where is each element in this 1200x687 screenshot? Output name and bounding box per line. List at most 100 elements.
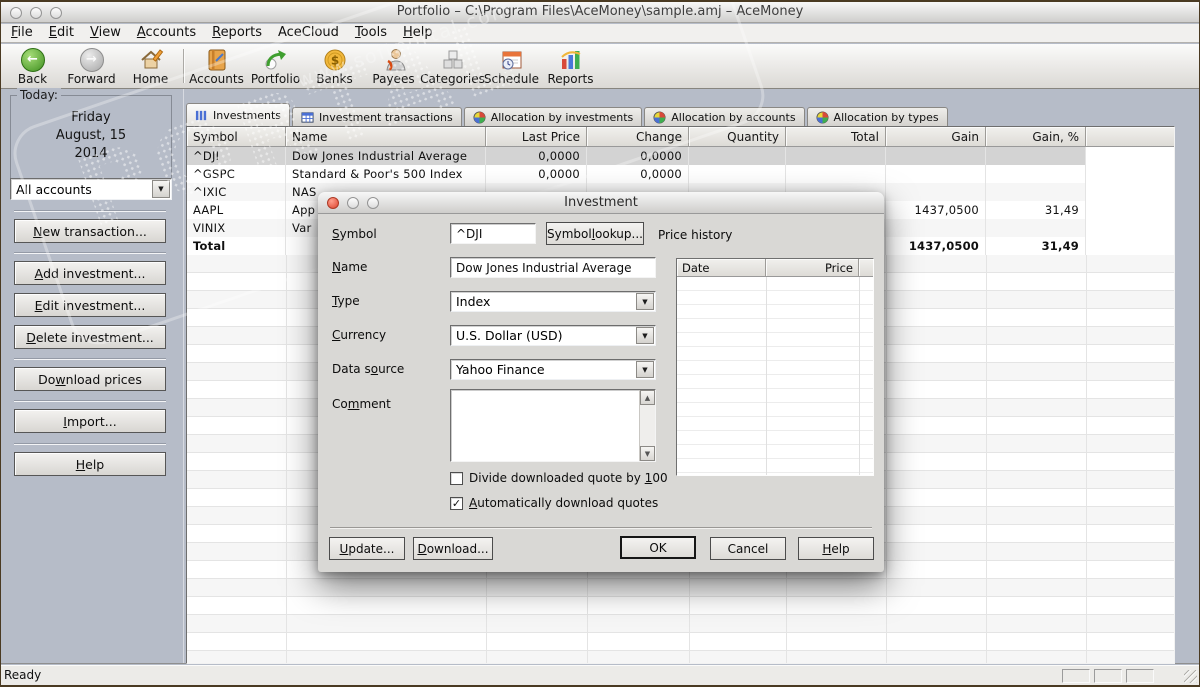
comment-textarea[interactable]: ▲ ▼: [450, 389, 656, 462]
tab-allocation-by-investments[interactable]: Allocation by investments: [463, 107, 643, 127]
window-title: Portfolio – C:\Program Files\AceMoney\sa…: [396, 4, 804, 19]
forward-button[interactable]: → Forward: [62, 46, 121, 87]
menu-accounts[interactable]: Accounts: [129, 24, 204, 42]
home-icon: [138, 46, 164, 73]
payees-button[interactable]: Payees: [364, 46, 423, 87]
download-prices-button[interactable]: Do w nload prices: [14, 367, 166, 391]
type-select[interactable]: Index ▼: [450, 291, 656, 312]
new-transaction-button[interactable]: New transaction...: [14, 219, 166, 243]
dialog-minimize-button[interactable]: [347, 197, 359, 209]
dialog-close-button[interactable]: [327, 197, 339, 209]
sidebar-separator: [14, 358, 166, 360]
portfolio-icon: [263, 46, 289, 73]
table-row-dji[interactable]: ^DJI Dow Jones Industrial Average 0,0000…: [187, 147, 1174, 165]
close-window-button[interactable]: [10, 7, 22, 19]
chevron-down-icon[interactable]: ▼: [636, 327, 654, 344]
dialog-help-button[interactable]: Help: [798, 537, 874, 560]
tab-allocation-by-accounts[interactable]: Allocation by accounts: [644, 107, 805, 127]
categories-icon: [440, 46, 466, 73]
data-source-label: Data source: [332, 362, 405, 376]
chevron-down-icon[interactable]: ▼: [636, 361, 654, 378]
symbol-input[interactable]: ^DJI: [450, 223, 536, 244]
menu-acecloud[interactable]: AceCloud: [270, 24, 347, 42]
scroll-down-icon[interactable]: ▼: [640, 446, 655, 461]
currency-select[interactable]: U.S. Dollar (USD) ▼: [450, 325, 656, 346]
scroll-up-icon[interactable]: ▲: [640, 390, 655, 405]
comment-label: Comment: [332, 397, 391, 411]
menu-help[interactable]: Help: [395, 24, 441, 42]
name-input[interactable]: Dow Jones Industrial Average: [450, 257, 656, 278]
menu-tools[interactable]: Tools: [347, 24, 395, 42]
dialog-separator: [330, 527, 872, 529]
data-source-select[interactable]: Yahoo Finance ▼: [450, 359, 656, 380]
today-year: 2014: [74, 146, 108, 161]
menu-view[interactable]: View: [82, 24, 129, 42]
ok-button[interactable]: OK: [620, 536, 696, 559]
column-header-symbol[interactable]: Symbol: [187, 127, 286, 147]
tab-allocation-by-types[interactable]: Allocation by types: [806, 107, 948, 127]
delete-investment-button[interactable]: Delete investment...: [14, 325, 166, 349]
column-header-last-price[interactable]: Last Price: [486, 127, 587, 147]
sidebar: Today: Friday August, 15 2014 All accoun…: [0, 88, 184, 663]
download-button[interactable]: Download...: [413, 537, 493, 560]
back-icon: ←: [20, 47, 45, 72]
menu-reports[interactable]: Reports: [204, 24, 270, 42]
banks-button[interactable]: $ Banks: [305, 46, 364, 87]
symbol-lookup-button[interactable]: Symbol l ookup...: [546, 222, 644, 245]
comment-scrollbar[interactable]: ▲ ▼: [639, 390, 655, 461]
add-investment-button[interactable]: Add investment...: [14, 261, 166, 285]
titlebar: Portfolio – C:\Program Files\AceMoney\sa…: [0, 2, 1200, 23]
column-header-blank: [1086, 127, 1174, 147]
window-frame-left: [0, 0, 1, 687]
price-history-column-blank: [859, 259, 873, 277]
price-history-label: Price history: [658, 228, 733, 242]
resize-grip[interactable]: [1184, 670, 1197, 683]
tab-investments[interactable]: Investments: [186, 103, 291, 127]
price-history-table: Date Price: [676, 258, 874, 476]
dialog-title: Investment: [564, 195, 638, 210]
account-filter-select[interactable]: All accounts ▼: [10, 178, 172, 200]
menu-edit[interactable]: Edit: [41, 24, 82, 42]
svg-text:$: $: [330, 53, 338, 67]
checkbox-icon[interactable]: [450, 471, 463, 485]
menu-file[interactable]: File: [3, 24, 41, 42]
chevron-down-icon[interactable]: ▼: [152, 180, 170, 198]
reports-icon: [558, 46, 584, 73]
help-button[interactable]: Help: [14, 452, 166, 476]
back-button[interactable]: ← Back: [3, 46, 62, 87]
column-header-change[interactable]: Change: [587, 127, 689, 147]
menubar: File Edit View Accounts Reports AceCloud…: [0, 24, 1200, 43]
auto-download-checkbox[interactable]: Automatically download quotes: [450, 496, 658, 510]
column-header-gain-pct[interactable]: Gain, %: [986, 127, 1086, 147]
payees-icon: [381, 46, 407, 73]
schedule-button[interactable]: Schedule: [482, 46, 541, 87]
accounts-button[interactable]: Accounts: [187, 46, 246, 87]
column-header-total[interactable]: Total: [786, 127, 886, 147]
divide-quote-checkbox[interactable]: Divide downloaded quote by 100: [450, 471, 668, 485]
table-row-gspc[interactable]: ^GSPC Standard & Poor's 500 Index 0,0000…: [187, 165, 1174, 183]
column-header-gain[interactable]: Gain: [886, 127, 986, 147]
portfolio-button[interactable]: Portfolio: [246, 46, 305, 87]
dialog-zoom-button[interactable]: [367, 197, 379, 209]
price-history-column-date[interactable]: Date: [677, 259, 766, 277]
edit-investment-button[interactable]: Edit investment...: [14, 293, 166, 317]
update-button[interactable]: Update...: [329, 537, 405, 560]
pie-chart-icon: [816, 111, 829, 124]
status-text: Ready: [4, 668, 42, 682]
column-header-name[interactable]: Name: [286, 127, 486, 147]
import-button[interactable]: Import...: [14, 409, 166, 433]
tab-investment-transactions[interactable]: Investment transactions: [292, 107, 462, 127]
today-box-label: Today:: [17, 88, 61, 102]
chevron-down-icon[interactable]: ▼: [636, 293, 654, 310]
price-history-column-price[interactable]: Price: [766, 259, 859, 277]
home-button[interactable]: Home: [121, 46, 180, 87]
cancel-button[interactable]: Cancel: [710, 537, 786, 560]
table-header: Symbol Name Last Price Change Quantity T…: [187, 127, 1174, 147]
categories-button[interactable]: Categories: [420, 46, 485, 87]
minimize-window-button[interactable]: [30, 7, 42, 19]
zoom-window-button[interactable]: [50, 7, 62, 19]
checkbox-icon[interactable]: [450, 496, 463, 510]
column-header-quantity[interactable]: Quantity: [689, 127, 786, 147]
reports-button[interactable]: Reports: [541, 46, 600, 87]
sidebar-separator: [14, 252, 166, 254]
